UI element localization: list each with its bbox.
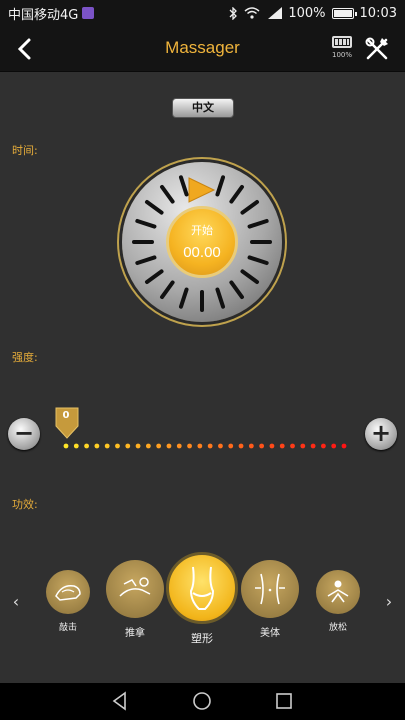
language-toggle-button[interactable]: 中文 [172,98,234,118]
function-label: 美体 [260,628,280,639]
dial-tick [229,280,244,300]
wifi-icon [244,7,260,19]
dial-tick [240,200,260,215]
function-item-relax[interactable]: 放松 [314,570,362,633]
time-section-label: 时间: [12,144,38,157]
bluetooth-icon [229,6,238,20]
dial-tick [178,287,189,309]
nav-back-icon[interactable] [110,691,130,711]
intensity-dot[interactable] [259,443,265,449]
main-panel: 中文 时间: 开始 00.00 强度: − + 0 功效: ‹ › 敲击 推拿 … [0,72,405,683]
intensity-dot[interactable] [248,443,254,449]
function-label: 放松 [328,623,347,633]
increase-intensity-button[interactable]: + [365,418,397,450]
decrease-intensity-button[interactable]: − [8,418,40,450]
tapping-icon [46,570,90,614]
intensity-dot[interactable] [115,443,120,449]
function-item-massage[interactable]: 推拿 [105,560,165,639]
function-label: 塑形 [191,632,213,645]
intensity-dot[interactable] [197,443,203,449]
intensity-dot[interactable] [300,443,306,449]
intensity-dot[interactable] [135,443,141,449]
intensity-dot[interactable] [145,443,151,449]
minus-icon: − [13,419,35,447]
intensity-dot[interactable] [310,443,316,449]
start-label: 开始 [191,224,213,237]
intensity-dot[interactable] [228,443,234,449]
intensity-dot[interactable] [63,443,69,449]
dial-tick [240,269,260,284]
function-label: 敲击 [58,623,77,633]
function-item-body-shaping[interactable]: 塑形 [166,552,238,646]
status-bar: 中国移动4G 100% 10:03 [0,0,405,26]
function-item-tapping[interactable]: 敲击 [44,570,92,633]
dial-tick [247,218,269,229]
intensity-dot[interactable] [321,443,326,449]
dial-tick [144,269,164,284]
intensity-dot[interactable] [290,443,295,449]
system-nav-bar [0,683,405,720]
intensity-scale[interactable] [60,442,350,450]
massage-icon [106,560,164,618]
status-battery-label: 100% [288,5,326,21]
intensity-dot[interactable] [94,443,100,449]
intensity-dot[interactable] [331,443,337,449]
intensity-dot[interactable] [279,443,285,449]
dial-tick [160,184,175,204]
intensity-dot[interactable] [104,443,110,449]
function-label: 推拿 [125,628,145,639]
intensity-dot[interactable] [176,443,182,449]
function-item-body-beauty[interactable]: 美体 [240,560,300,639]
dial-tick [247,255,269,266]
intensity-dot[interactable] [125,443,131,449]
signal-icon [268,7,283,19]
dial-tick [215,287,226,309]
status-battery-icon [331,7,357,19]
dial-tick [135,255,157,266]
plus-icon: + [370,419,392,447]
carrier-label: 中国移动4G [8,7,79,23]
device-battery-label: 100% [331,51,352,59]
intensity-marker[interactable]: 0 [54,406,80,440]
nav-home-icon[interactable] [192,691,212,711]
dial-tick [215,175,226,197]
start-button[interactable]: 开始 00.00 [166,206,238,278]
device-battery: 100% [330,36,354,66]
intensity-dot[interactable] [341,443,347,449]
dial-tick [135,218,157,229]
battery-icon [332,36,352,48]
intensity-dot[interactable] [238,443,244,449]
intensity-section-label: 强度: [12,351,38,364]
status-time: 10:03 [359,5,397,21]
intensity-dot[interactable] [156,443,162,449]
timer-value: 00.00 [183,244,221,261]
intensity-dot[interactable] [269,443,275,449]
body-beauty-icon [241,560,299,618]
app-header: Massager 100% [0,26,405,72]
dial-tick [160,280,175,300]
intensity-dot[interactable] [218,443,223,449]
function-section-label: 功效: [12,498,38,511]
timer-dial[interactable]: 开始 00.00 [122,162,282,322]
nav-recents-icon[interactable] [274,691,294,711]
intensity-value: 0 [62,410,70,421]
relax-icon [316,570,360,614]
intensity-dot[interactable] [166,443,172,449]
intensity-dot[interactable] [207,443,213,449]
tools-icon[interactable] [364,36,390,62]
dial-tick [144,200,164,215]
dial-tick [229,184,244,204]
function-carousel: 敲击 推拿 塑形 美体 放松 [0,552,405,680]
intensity-dot[interactable] [187,443,192,449]
body-shaping-icon [166,552,238,624]
intensity-dot[interactable] [84,443,89,449]
intensity-dot[interactable] [73,443,79,449]
app-notification-icon [82,7,95,19]
play-icon[interactable] [186,176,216,204]
